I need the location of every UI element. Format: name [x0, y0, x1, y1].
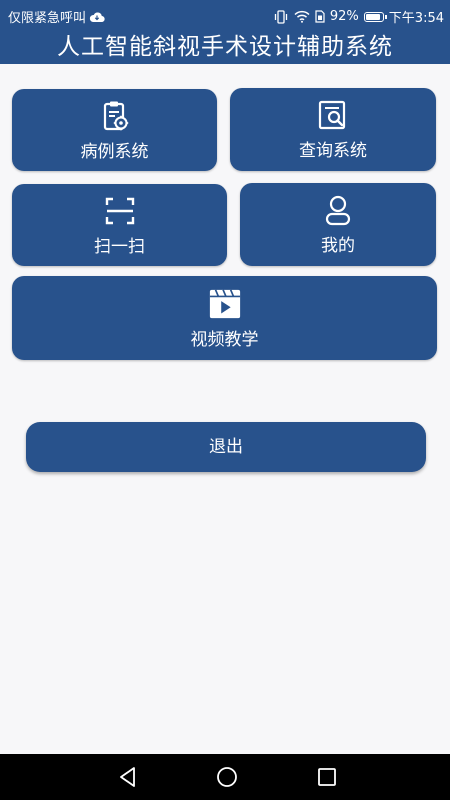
battery-percent: 92%	[329, 9, 359, 24]
clipboard-gear-icon	[98, 99, 132, 133]
scan-frame-icon	[103, 194, 137, 228]
video-tutorial-button[interactable]: 视频教学	[12, 276, 437, 360]
system-nav-bar	[0, 754, 450, 800]
document-search-icon	[316, 98, 350, 132]
case-system-button[interactable]: 病例系统	[12, 89, 217, 171]
query-system-label: 查询系统	[299, 141, 367, 161]
scan-button[interactable]: 扫一扫	[12, 184, 227, 266]
user-icon	[321, 193, 355, 227]
status-right: 92% 下午3:54	[273, 7, 444, 26]
status-time: 下午3:54	[388, 11, 444, 26]
recent-square-icon[interactable]	[315, 765, 339, 789]
battery-icon	[363, 11, 387, 22]
scan-label: 扫一扫	[94, 236, 145, 257]
app-title: 人工智能斜视手术设计辅助系统	[57, 34, 393, 60]
vibrate-icon	[273, 9, 289, 24]
back-triangle-icon[interactable]	[116, 765, 140, 789]
video-tutorial-label: 视频教学	[190, 329, 259, 350]
home-circle-icon[interactable]	[215, 765, 239, 789]
query-system-button[interactable]: 查询系统	[230, 88, 436, 171]
cloud-icon	[89, 11, 105, 23]
logout-button[interactable]: 退出	[26, 422, 426, 472]
wifi-icon	[294, 10, 310, 23]
status-bar: 仅限紧急呼叫 92% 下午3:54	[0, 0, 450, 30]
logout-label: 退出	[209, 437, 243, 457]
my-profile-label: 我的	[321, 236, 355, 256]
my-profile-button[interactable]: 我的	[240, 183, 436, 266]
status-left: 仅限紧急呼叫	[8, 7, 105, 26]
carrier-text: 仅限紧急呼叫	[8, 11, 87, 26]
sim-icon	[315, 10, 325, 23]
video-play-icon	[208, 287, 242, 321]
case-system-label: 病例系统	[80, 141, 149, 162]
app-title-bar: 人工智能斜视手术设计辅助系统	[0, 30, 450, 64]
